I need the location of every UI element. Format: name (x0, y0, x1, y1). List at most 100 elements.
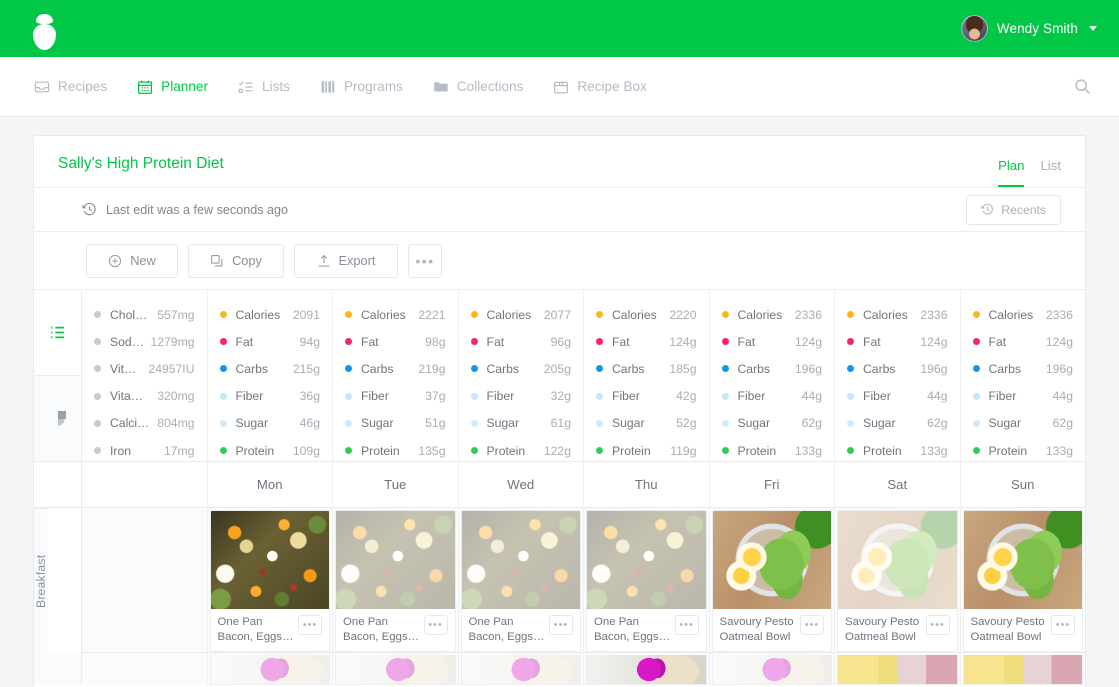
recipe-card[interactable]: One Pan Bacon, Eggs & Brussels...••• (335, 510, 456, 652)
meal-cell-sat[interactable]: Savoury Pesto Oatmeal Bowl ••• (835, 508, 961, 652)
nav-item-recipes[interactable]: Recipes (32, 75, 109, 99)
nutrient-bullet-icon (596, 392, 603, 400)
recipe-more-menu-button[interactable]: ••• (674, 615, 699, 635)
nutrition-cell-sat: Calories 2336 Fat 124g Carbs 196g Fiber 44g Suga… (835, 290, 961, 461)
tab-list[interactable]: List (1040, 158, 1061, 187)
export-button[interactable]: Export (294, 243, 398, 278)
nav-item-lists[interactable]: Lists (236, 75, 292, 99)
recipe-more-menu-button[interactable]: ••• (925, 615, 950, 635)
edit-status-text: Last edit was a few seconds ago (106, 202, 289, 217)
nav-item-collections[interactable]: Collections (431, 75, 526, 99)
recipe-card[interactable]: One Pan Bacon, Eggs & Brussels...••• (586, 510, 707, 652)
nutrient-row: Protein 109g (219, 437, 320, 464)
copy-button[interactable]: Copy (188, 243, 284, 278)
meal-cell-empty[interactable] (82, 508, 208, 652)
recipe-name: One Pan Bacon, Eggs & Brussels... (343, 616, 419, 643)
nutrition-summary-row: Choleste... 557mg Sodium 1279mg Vitamin... 24… (82, 290, 1085, 462)
recents-label: Recents (1001, 202, 1046, 217)
nutrient-row: Fat 124g (972, 328, 1073, 355)
nutrient-value: 124g (669, 334, 697, 349)
meal-cell-next-sat[interactable] (835, 653, 961, 685)
summary-label: Vitamin... (110, 361, 142, 376)
rail-chart-view-toggle[interactable] (34, 376, 81, 462)
nutrient-bullet-icon (470, 447, 478, 455)
nutrient-bullet-icon (596, 447, 603, 455)
meal-cell-next-sun[interactable] (960, 653, 1085, 685)
more-horizontal-icon: ••• (415, 252, 435, 269)
recipe-more-menu-button[interactable]: ••• (549, 615, 573, 635)
nutrient-row: Calories 2221 (345, 301, 446, 328)
search-button[interactable] (1068, 72, 1097, 101)
new-button[interactable]: New (86, 243, 178, 278)
recipe-more-menu-button[interactable]: ••• (800, 615, 824, 635)
nutrient-label: Carbs (361, 361, 394, 376)
meal-cell-empty[interactable] (82, 653, 208, 685)
meal-cell-mon[interactable]: One Pan Bacon, Eggs & Brussels...••• (207, 508, 333, 652)
meal-cell-next-tue[interactable] (333, 653, 459, 685)
meal-cell-next-fri[interactable] (709, 653, 835, 685)
recipe-card[interactable]: Savoury Pesto Oatmeal Bowl ••• (711, 510, 832, 652)
nutrient-label: Fat (486, 334, 505, 349)
day-header-fri[interactable]: Fri (710, 462, 835, 507)
logo-body-shape (33, 23, 56, 50)
nutrient-bullet-icon (972, 338, 980, 346)
recipe-card[interactable] (962, 655, 1083, 685)
page-title[interactable]: Sally's High Protein Diet (58, 155, 224, 187)
nutrient-label: Fiber (486, 389, 515, 404)
nutrient-value: 44g (801, 389, 822, 404)
recipe-card[interactable] (837, 655, 958, 685)
strawberry-logo-icon[interactable] (28, 9, 62, 50)
recipe-card[interactable] (711, 655, 832, 685)
meal-cell-next-mon[interactable] (207, 653, 333, 685)
nutrient-value: 42g (676, 389, 697, 404)
recents-button[interactable]: Recents (966, 194, 1061, 225)
meal-cell-thu[interactable]: One Pan Bacon, Eggs & Brussels...••• (584, 508, 710, 652)
day-header-wed[interactable]: Wed (459, 462, 584, 507)
nav-item-planner[interactable]: Planner (135, 75, 210, 99)
recipe-name: One Pan Bacon, Eggs & Brussels... (217, 616, 293, 643)
nutrient-bullet-icon (345, 419, 352, 427)
recipe-card[interactable] (460, 655, 581, 685)
nutrient-label: Fat (863, 334, 881, 349)
nutrient-bullet-icon (847, 447, 854, 455)
nutrient-label: Protein (361, 443, 400, 458)
nutrient-value: 185g (669, 361, 697, 376)
user-menu[interactable]: Wendy Smith (960, 15, 1097, 42)
nutrient-label: Sugar (863, 416, 896, 431)
meal-cell-wed[interactable]: One Pan Bacon, Eggs & Brussels...••• (458, 508, 584, 652)
day-header-sun[interactable]: Sun (961, 462, 1086, 507)
meal-cell-next-wed[interactable] (458, 653, 584, 685)
nutrition-cell-fri: Calories 2336 Fat 124g Carbs 196g Fiber 44g Suga… (710, 290, 835, 461)
day-header-tue[interactable]: Tue (333, 462, 459, 507)
recipe-more-menu-button[interactable]: ••• (298, 615, 322, 635)
summary-label: Iron (110, 443, 132, 458)
recipe-more-menu-button[interactable]: ••• (423, 615, 448, 635)
summary-bullet-icon (94, 365, 101, 373)
recipe-card[interactable]: One Pan Bacon, Eggs & Brussels...••• (460, 510, 581, 652)
meal-cell-fri[interactable]: Savoury Pesto Oatmeal Bowl ••• (709, 508, 835, 652)
day-header-mon[interactable]: Mon (208, 462, 333, 507)
summary-value: 557mg (157, 307, 195, 322)
recipe-card[interactable] (335, 655, 456, 685)
day-header-sat[interactable]: Sat (835, 462, 961, 507)
nav-item-recipe-box[interactable]: Recipe Box (551, 75, 649, 99)
tab-plan[interactable]: Plan (998, 158, 1025, 187)
rail-list-view-toggle[interactable] (34, 290, 81, 376)
recipe-more-menu-button[interactable]: ••• (1051, 615, 1075, 635)
summary-label: Vitamin C (110, 389, 151, 404)
meal-cell-next-thu[interactable] (584, 653, 710, 685)
day-header-thu[interactable]: Thu (584, 462, 710, 507)
more-options-button[interactable]: ••• (408, 243, 442, 278)
meal-cell-tue[interactable]: One Pan Bacon, Eggs & Brussels...••• (333, 508, 459, 652)
recipe-card[interactable]: Savoury Pesto Oatmeal Bowl ••• (837, 510, 958, 652)
summary-label: Calcium (110, 416, 152, 431)
recipe-card[interactable]: One Pan Bacon, Eggs & Brussels...••• (209, 510, 330, 652)
nutrient-value: 61g (550, 416, 571, 431)
nutrient-value: 62g (801, 416, 822, 431)
recipe-card[interactable] (209, 655, 330, 685)
recipe-card[interactable]: Savoury Pesto Oatmeal Bowl ••• (962, 510, 1083, 652)
nav-item-programs[interactable]: Programs (318, 75, 405, 99)
meal-cell-sun[interactable]: Savoury Pesto Oatmeal Bowl ••• (960, 508, 1085, 652)
recipe-card[interactable] (586, 655, 707, 685)
recipe-photo-art (210, 655, 329, 684)
